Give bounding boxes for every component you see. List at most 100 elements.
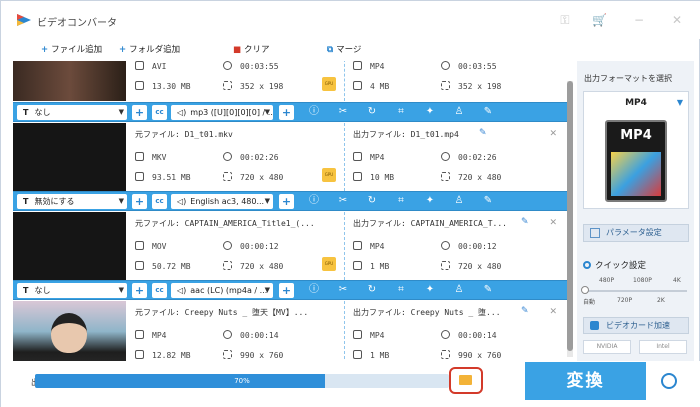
merge-button[interactable]: ⧉ マージ <box>327 42 361 58</box>
quality-slider[interactable] <box>585 290 687 292</box>
subtitle-select[interactable]: T なし ▼ <box>17 105 127 120</box>
rotate-icon[interactable]: ↻ <box>366 106 378 118</box>
info-icon[interactable]: ⓘ <box>308 195 320 207</box>
mp4-format-icon: MP4 <box>605 120 667 202</box>
remove-file-icon[interactable]: ✕ <box>549 307 557 317</box>
open-output-folder-button[interactable] <box>449 367 483 394</box>
row-toolbar: T 無効にする ▼ + cc ◁) English ac3, 480... ▼ + ⓘ … <box>13 191 569 211</box>
resolution-icon <box>223 81 232 90</box>
cc-subtitle-button[interactable]: cc <box>152 194 167 209</box>
info-icon[interactable]: ⓘ <box>308 106 320 118</box>
close-icon[interactable]: ✕ <box>670 13 684 27</box>
subtitle-select[interactable]: T なし ▼ <box>17 283 127 298</box>
alarm-clock-icon[interactable] <box>661 373 677 389</box>
gpu-acceleration-button[interactable]: ビデオカード加速 <box>583 317 689 334</box>
filesize-icon <box>353 261 362 270</box>
output-format-panel: 出力フォーマットを選択 MP4 ▼ MP4 パラメータ設定 クイック設定 480… <box>577 61 694 361</box>
crop-icon[interactable]: ⌗ <box>395 284 407 296</box>
rotate-icon[interactable]: ↻ <box>366 195 378 207</box>
slider-label: 720P <box>617 297 633 304</box>
effect-wand-icon[interactable]: ✦ <box>424 106 436 118</box>
video-thumbnail <box>13 123 126 191</box>
subtitle-icon: T <box>23 286 29 295</box>
video-thumbnail <box>13 61 126 101</box>
effect-wand-icon[interactable]: ✦ <box>424 284 436 296</box>
slider-label: 4K <box>673 277 681 284</box>
cut-icon[interactable]: ✂ <box>337 284 349 296</box>
filesize-icon <box>135 172 144 181</box>
subtitle-select[interactable]: T 無効にする ▼ <box>17 194 127 209</box>
subtitle-icon: T <box>23 108 29 117</box>
add-audio-button[interactable]: + <box>279 283 294 298</box>
clock-icon <box>441 330 450 339</box>
slider-label: 2K <box>657 297 665 304</box>
watermark-icon[interactable]: ♙ <box>453 195 465 207</box>
crop-icon[interactable]: ⌗ <box>395 195 407 207</box>
watermark-icon[interactable]: ♙ <box>453 106 465 118</box>
add-audio-button[interactable]: + <box>279 194 294 209</box>
cc-subtitle-button[interactable]: cc <box>152 105 167 120</box>
slider-knob[interactable] <box>581 286 589 294</box>
plus-icon: + <box>41 45 49 55</box>
clock-icon <box>441 152 450 161</box>
remove-file-icon[interactable]: ✕ <box>549 129 557 139</box>
intel-badge: Intel <box>639 340 687 354</box>
add-file-button[interactable]: + ファイル追加 <box>41 42 102 58</box>
rotate-icon[interactable]: ↻ <box>366 284 378 296</box>
list-scrollbar[interactable] <box>567 81 573 357</box>
cut-icon[interactable]: ✂ <box>337 195 349 207</box>
chevron-down-icon: ▼ <box>264 108 270 116</box>
file-row[interactable]: 元ファイル: D1_t01.mkv 出力ファイル: D1_t01.mp4 ✎ ✕… <box>13 123 569 191</box>
edit-subtitle-icon[interactable]: ✎ <box>482 284 494 296</box>
edit-filename-icon[interactable]: ✎ <box>521 306 529 316</box>
edit-subtitle-icon[interactable]: ✎ <box>482 195 494 207</box>
minimize-icon[interactable]: − <box>632 13 646 27</box>
watermark-icon[interactable]: ♙ <box>453 284 465 296</box>
cart-icon[interactable]: 🛒 <box>592 13 607 27</box>
slider-label: 自動 <box>583 299 596 306</box>
audio-select[interactable]: ◁) aac (LC) (mp4a / ... ▼ <box>171 283 273 298</box>
cut-icon[interactable]: ✂ <box>337 106 349 118</box>
video-thumbnail <box>13 212 126 280</box>
file-row[interactable]: 元ファイル: Creepy Nuts _ 堕天【MV】... 出力ファイル: C… <box>13 301 569 361</box>
panel-title: 出力フォーマットを選択 <box>584 74 672 83</box>
parameter-settings-button[interactable]: パラメータ設定 <box>583 224 689 242</box>
crop-icon[interactable]: ⌗ <box>395 106 407 118</box>
key-icon[interactable]: ⚿ <box>558 13 572 27</box>
cc-subtitle-button[interactable]: cc <box>152 283 167 298</box>
convert-button[interactable]: 変換 <box>525 362 646 400</box>
format-icon <box>353 330 362 339</box>
effect-wand-icon[interactable]: ✦ <box>424 195 436 207</box>
format-selector[interactable]: MP4 ▼ MP4 <box>583 91 689 209</box>
conversion-progress-bar: 70% <box>35 374 449 388</box>
filesize-icon <box>135 81 144 90</box>
format-icon <box>135 241 144 250</box>
app-logo-icon <box>17 14 31 26</box>
subtitle-icon: T <box>23 197 29 206</box>
convert-arrow-divider <box>323 123 345 191</box>
bottom-bar: 出 70% 変換 <box>1 361 700 407</box>
format-icon <box>135 330 144 339</box>
audio-select[interactable]: ◁) English ac3, 480... ▼ <box>171 194 273 209</box>
add-folder-button[interactable]: + フォルダ追加 <box>119 42 180 58</box>
add-subtitle-button[interactable]: + <box>132 283 147 298</box>
resolution-icon <box>223 350 232 359</box>
add-audio-button[interactable]: + <box>279 105 294 120</box>
file-row[interactable]: AVI 00:03:55 13.30 MB 352 x 198 GPU MP4 … <box>13 61 569 101</box>
add-subtitle-button[interactable]: + <box>132 194 147 209</box>
format-icon <box>353 61 362 70</box>
clock-icon <box>223 152 232 161</box>
speaker-icon: ◁) <box>177 197 187 206</box>
edit-filename-icon[interactable]: ✎ <box>479 128 487 138</box>
video-thumbnail <box>13 301 126 361</box>
scrollbar-thumb[interactable] <box>567 81 573 351</box>
clear-button[interactable]: ■ クリア <box>233 42 270 58</box>
edit-filename-icon[interactable]: ✎ <box>521 217 529 227</box>
remove-file-icon[interactable]: ✕ <box>549 218 557 228</box>
add-subtitle-button[interactable]: + <box>132 105 147 120</box>
file-row[interactable]: 元ファイル: CAPTAIN_AMERICA_Title1_(... 出力ファイ… <box>13 212 569 280</box>
info-icon[interactable]: ⓘ <box>308 284 320 296</box>
edit-subtitle-icon[interactable]: ✎ <box>482 106 494 118</box>
audio-select[interactable]: ◁) mp3 ([U][0][0][0] / ... ▼ <box>171 105 273 120</box>
filesize-icon <box>353 350 362 359</box>
